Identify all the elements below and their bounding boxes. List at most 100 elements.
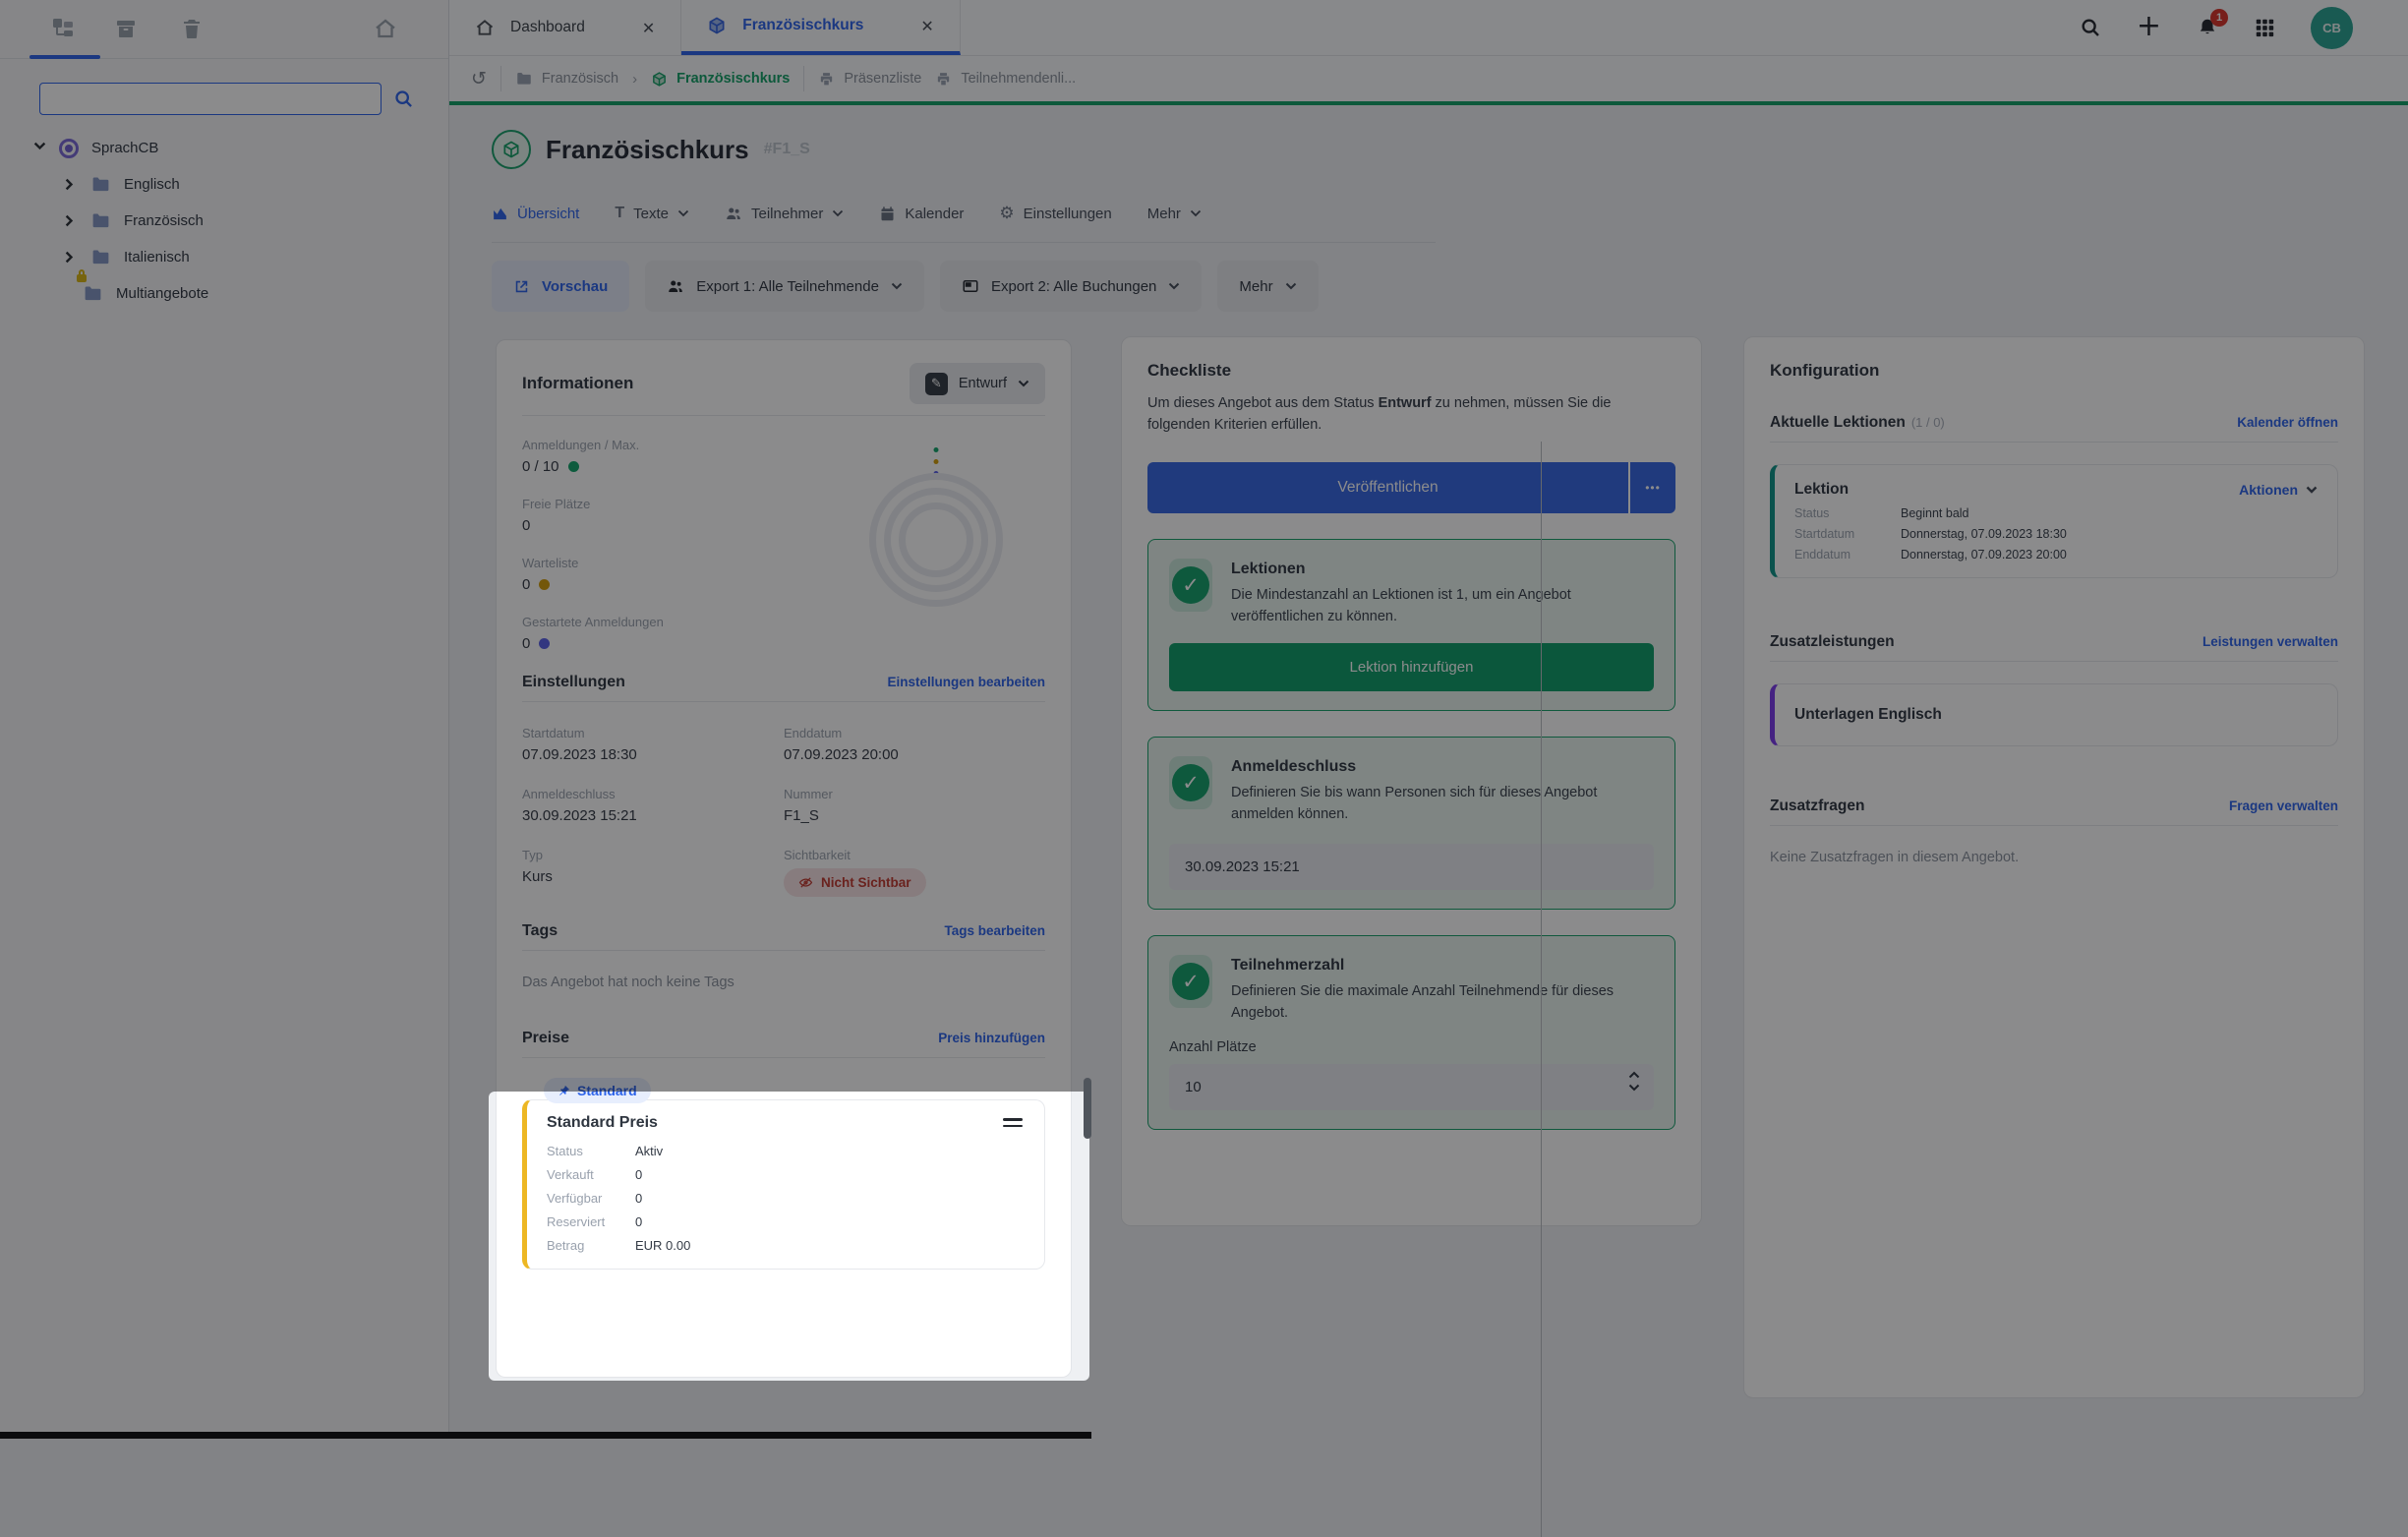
cube-icon [651, 71, 668, 88]
stepper-up-icon[interactable] [1628, 1071, 1640, 1079]
vorschau-button[interactable]: Vorschau [492, 261, 630, 312]
chevron-right-icon[interactable] [65, 251, 78, 264]
publish-more-button[interactable]: ••• [1630, 461, 1675, 513]
archive-icon[interactable] [114, 17, 138, 40]
breadcrumb: ↺ Französisch › Französischkurs Präsenzl… [449, 56, 2408, 105]
green-dot [567, 461, 579, 472]
check-tile: ✓ [1169, 558, 1212, 612]
tree-item-label[interactable]: Französisch [124, 212, 204, 229]
tab-uebersicht[interactable]: Übersicht [492, 206, 579, 222]
people-icon [667, 277, 684, 295]
folder-icon [515, 70, 533, 88]
tags-bearbeiten-link[interactable]: Tags bearbeiten [944, 923, 1045, 938]
chevron-right-icon[interactable] [65, 214, 78, 227]
external-link-icon [513, 278, 530, 295]
tab-dashboard[interactable]: Dashboard ✕ [449, 0, 682, 55]
status-dropdown[interactable]: ✎ Entwurf [909, 363, 1045, 404]
panel-title: Checkliste [1147, 361, 1232, 380]
tree-item-label[interactable]: SprachCB [91, 140, 158, 156]
tab-mehr[interactable]: Mehr [1147, 206, 1202, 222]
tree-item-franzoesisch[interactable]: Französisch [0, 203, 449, 239]
export2-button[interactable]: Export 2: Alle Buchungen [939, 261, 1203, 312]
field-startdatum: Startdatum 07.09.2023 18:30 [522, 726, 637, 763]
field-sichtbarkeit: Sichtbarkeit Nicht Sichtbar [784, 848, 1045, 897]
cube-icon [707, 16, 727, 35]
fragen-verwalten-link[interactable]: Fragen verwalten [2229, 798, 2338, 813]
chevron-down-icon[interactable] [33, 142, 46, 154]
preis-hinzufuegen-link[interactable]: Preis hinzufügen [938, 1031, 1045, 1045]
chevron-down-icon [1285, 282, 1297, 290]
tab-kalender[interactable]: Kalender [879, 206, 964, 222]
tab-label[interactable]: Französischkurs [742, 17, 863, 34]
tab-einstellungen[interactable]: ⚙ Einstellungen [999, 204, 1111, 223]
tree-item-multiangebote[interactable]: Multiangebote [0, 269, 449, 312]
breadcrumb-folder[interactable]: Französisch [515, 70, 618, 88]
history-icon[interactable]: ↺ [471, 68, 487, 89]
close-icon[interactable]: ✕ [642, 19, 655, 37]
gear-icon: ⚙ [999, 204, 1015, 223]
trash-icon[interactable] [180, 17, 204, 40]
export1-button[interactable]: Export 1: Alle Teilnehmende [645, 261, 924, 312]
window-tabbar: Dashboard ✕ Französischkurs ✕ + 1 CB [449, 0, 2408, 56]
stats-block: Anmeldungen / Max. 0 / 10 Freie Plätze 0… [522, 438, 1045, 652]
checkliste-intro: Um dieses Angebot aus dem Status Entwurf… [1147, 395, 1612, 434]
tree-view-icon[interactable] [51, 17, 75, 40]
notifications-bell-icon[interactable]: 1 [2197, 9, 2228, 38]
drag-handle-icon[interactable] [1003, 1118, 1023, 1127]
home-icon[interactable] [374, 17, 397, 40]
scrollbar-thumb[interactable] [1084, 1078, 1091, 1139]
tree-item-englisch[interactable]: Englisch [0, 166, 449, 203]
tags-empty-text: Das Angebot hat noch keine Tags [522, 975, 734, 990]
field-typ: Typ Kurs [522, 848, 553, 885]
global-search-icon[interactable] [2080, 17, 2101, 38]
notification-badge: 1 [2210, 9, 2228, 27]
search-input[interactable] [39, 83, 382, 115]
chevron-down-icon [2306, 486, 2318, 494]
mehr-button[interactable]: Mehr [1217, 261, 1319, 312]
einstellungen-bearbeiten-link[interactable]: Einstellungen bearbeiten [887, 675, 1045, 689]
breadcrumb-praesenzliste[interactable]: Präsenzliste [818, 71, 921, 88]
tab-franzoesischkurs[interactable]: Französischkurs ✕ [681, 0, 961, 55]
chevron-down-icon [891, 282, 903, 290]
breadcrumb-offer[interactable]: Französischkurs [651, 71, 790, 88]
veroeffentlichen-button[interactable]: Veröffentlichen [1147, 461, 1628, 513]
anzahl-plaetze-stepper[interactable]: 10 [1169, 1064, 1654, 1111]
konfiguration-panel: Konfiguration Aktuelle Lektionen (1 / 0) … [1743, 336, 2365, 1398]
leistungen-verwalten-link[interactable]: Leistungen verwalten [2202, 634, 2338, 649]
tree-item-label[interactable]: Englisch [124, 176, 180, 193]
tab-texte[interactable]: T Texte [615, 205, 689, 222]
check-tile: ✓ [1169, 954, 1212, 1008]
tree-item-sprachcb[interactable]: SprachCB [0, 130, 449, 166]
kalender-oeffnen-link[interactable]: Kalender öffnen [2237, 415, 2338, 430]
search-icon[interactable] [393, 89, 414, 109]
close-icon[interactable]: ✕ [920, 17, 933, 35]
lock-icon [77, 269, 87, 282]
printer-icon [818, 71, 835, 88]
stepper-down-icon[interactable] [1628, 1084, 1640, 1092]
zusatzleistung-card[interactable]: Unterlagen Englisch [1770, 683, 2338, 746]
indigo-dot [539, 638, 551, 649]
divider [499, 66, 501, 91]
avatar[interactable]: CB [2311, 6, 2353, 49]
apps-grid-icon[interactable] [2254, 17, 2275, 38]
aktuelle-lektionen-header: Aktuelle Lektionen (1 / 0) Kalender öffne… [1770, 414, 2338, 431]
tree-item-label[interactable]: Italienisch [124, 249, 190, 266]
active-tool-underline [29, 55, 100, 59]
price-card[interactable]: Standard Preis Status Aktiv Verkauft 0 Ver… [522, 1099, 1045, 1270]
lektion-hinzufuegen-button[interactable]: Lektion hinzufügen [1169, 643, 1654, 692]
anmeldeschluss-input[interactable]: 30.09.2023 15:21 [1169, 843, 1654, 890]
zusatzfragen-header: Zusatzfragen Fragen verwalten [1770, 798, 2338, 814]
divider [522, 701, 1045, 702]
aktionen-dropdown[interactable]: Aktionen [2239, 482, 2318, 498]
tree-item-italienisch[interactable]: Italienisch [0, 239, 449, 275]
offer-nav: Übersicht T Texte Teilnehmer Kalender ⚙ … [492, 201, 1880, 226]
add-icon[interactable]: + [2137, 12, 2161, 41]
tree-item-label[interactable]: Multiangebote [116, 285, 208, 302]
bottom-scroll-strip [0, 1432, 1091, 1439]
breadcrumb-teilnehmendenliste[interactable]: Teilnehmendenli... [935, 71, 1076, 88]
tab-label[interactable]: Dashboard [510, 19, 585, 36]
einstellungen-section-header: Einstellungen Einstellungen bearbeiten [522, 674, 1045, 690]
chevron-right-icon[interactable] [65, 178, 78, 191]
preise-section-header: Preise Preis hinzufügen [522, 1030, 1045, 1046]
tab-teilnehmer[interactable]: Teilnehmer [725, 205, 844, 222]
